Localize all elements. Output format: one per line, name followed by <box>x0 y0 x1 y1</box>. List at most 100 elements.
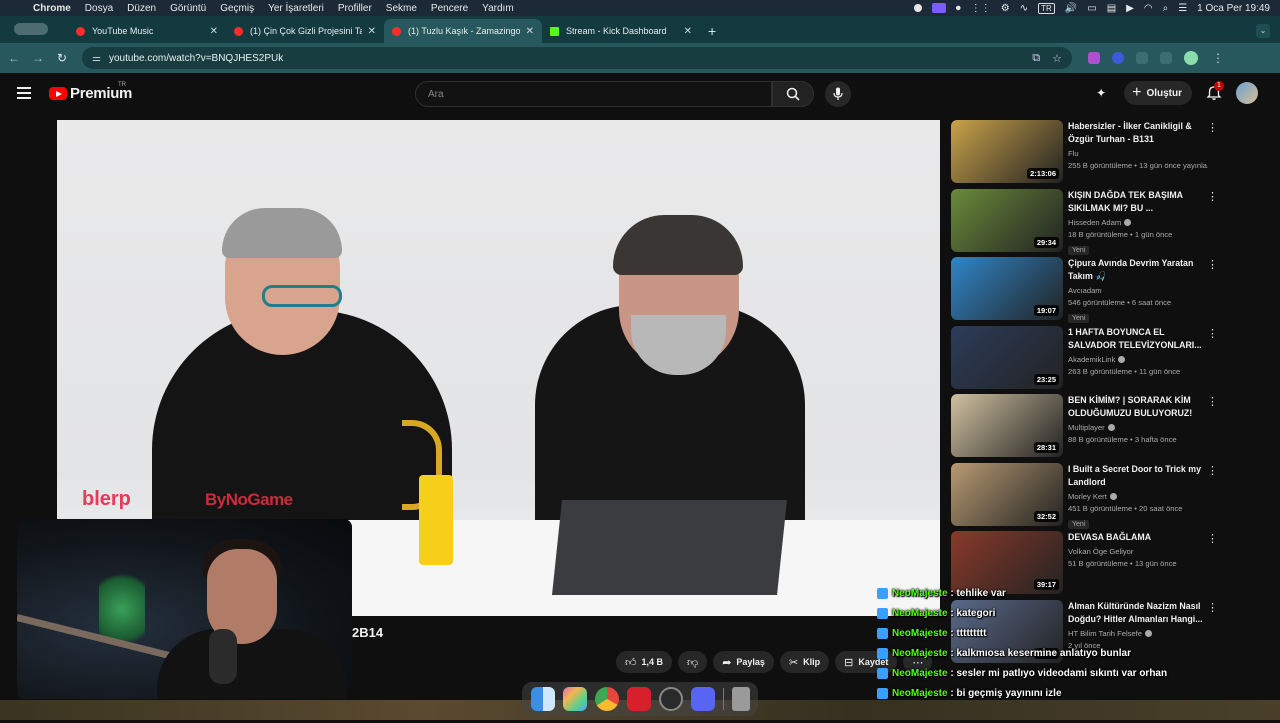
more-vertical-icon[interactable]: ⋮ <box>1207 532 1218 545</box>
video-thumbnail[interactable]: 32:52 <box>951 462 1063 526</box>
close-tab-icon[interactable]: ✕ <box>526 26 534 37</box>
channel-name[interactable]: Morley Kert <box>1068 492 1208 501</box>
channel-name[interactable]: Volkan Öge Geliyor <box>1068 547 1208 556</box>
recommendation-card[interactable]: 29:34 KIŞIN DAĞDA TEK BAŞIMA SIKILMAK MI?… <box>951 188 1226 255</box>
control-center-icon[interactable]: ☰ <box>1178 3 1187 14</box>
voice-search-button[interactable] <box>825 81 851 107</box>
record-status-icon[interactable] <box>913 4 922 12</box>
menu-pencere[interactable]: Pencere <box>424 3 475 14</box>
url-text[interactable]: youtube.com/watch?v=BNQJHES2PUk <box>109 53 283 64</box>
more-vertical-icon[interactable]: ⋮ <box>1207 258 1218 271</box>
more-vertical-icon[interactable]: ⋮ <box>1207 190 1218 203</box>
install-app-icon[interactable]: ⧉ <box>1032 52 1040 65</box>
finder-icon[interactable] <box>530 687 555 711</box>
discord-icon[interactable] <box>690 687 715 711</box>
gear-icon[interactable]: ⚙ <box>1001 3 1010 14</box>
bookmark-star-icon[interactable]: ☆ <box>1052 52 1062 65</box>
menu-app-name[interactable]: Chrome <box>26 3 78 14</box>
hamburger-menu-icon[interactable] <box>17 87 31 99</box>
grid-icon[interactable]: ⋮⋮ <box>971 3 991 14</box>
search-input[interactable]: Ara <box>415 81 772 107</box>
wifi-icon[interactable]: ◠ <box>1144 3 1153 14</box>
trash-icon[interactable] <box>731 687 750 711</box>
share-button[interactable]: ➦ Paylaş <box>713 651 774 673</box>
more-vertical-icon[interactable]: ⋮ <box>1207 121 1218 134</box>
tab-kick-dashboard[interactable]: Stream - Kick Dashboard ✕ <box>542 19 700 43</box>
profile-avatar[interactable] <box>1184 51 1198 65</box>
youtube-studio-icon[interactable]: ✦ <box>1096 86 1110 100</box>
clock-text[interactable]: 1 Oca Per 19:49 <box>1197 3 1270 14</box>
extension-icon[interactable] <box>1112 52 1124 64</box>
clip-button[interactable]: ✂ Klip <box>779 651 830 673</box>
video-thumbnail[interactable]: 28:31 <box>951 394 1063 457</box>
video-thumbnail[interactable]: 19:07 <box>951 257 1063 320</box>
launchpad-icon[interactable] <box>562 687 587 711</box>
omnibox[interactable]: ⚌ youtube.com/watch?v=BNQJHES2PUk ⧉ ☆ <box>82 47 1072 69</box>
recommendation-title[interactable]: 1 HAFTA BOYUNCA EL SALVADOR TELEVİZYONLA… <box>1068 326 1208 352</box>
channel-name[interactable]: Flu <box>1068 149 1208 158</box>
create-button[interactable]: + Oluştur <box>1124 81 1192 105</box>
close-tab-icon[interactable]: ✕ <box>210 26 218 37</box>
waveform-icon[interactable]: ∿ <box>1020 3 1028 14</box>
video-thumbnail[interactable]: 23:25 <box>951 325 1063 389</box>
clipboard-icon[interactable]: ▤ <box>1107 3 1116 14</box>
search-icon[interactable]: ⌕ <box>1163 3 1169 14</box>
menu-dosya[interactable]: Dosya <box>78 3 120 14</box>
recommendation-title[interactable]: I Built a Secret Door to Trick my Landlo… <box>1068 463 1208 489</box>
recommendation-card[interactable]: 32:52 I Built a Secret Door to Trick my L… <box>951 462 1226 529</box>
tab-cin-projesi[interactable]: (1) Çin Çok Gizli Projesini Tam ✕ <box>226 19 384 43</box>
more-vertical-icon[interactable]: ⋮ <box>1207 395 1218 408</box>
tab-youtube-music[interactable]: YouTube Music ✕ <box>68 19 226 43</box>
recommendation-title[interactable]: DEVASA BAĞLAMA <box>1068 531 1208 544</box>
recommendation-title[interactable]: Habersizler - İlker Canikligil & Özgür T… <box>1068 120 1208 146</box>
recommendation-title[interactable]: KIŞIN DAĞDA TEK BAŞIMA SIKILMAK MI? BU .… <box>1068 189 1208 215</box>
close-tab-icon[interactable]: ✕ <box>684 26 692 37</box>
tab-search-chevron-icon[interactable]: ⌄ <box>1256 24 1270 38</box>
chrome-icon[interactable] <box>594 687 619 711</box>
recommendation-card[interactable]: 23:25 1 HAFTA BOYUNCA EL SALVADOR TELEVİZ… <box>951 325 1226 390</box>
stop-icon[interactable]: ⏺ <box>956 3 961 14</box>
notifications-button[interactable]: 1 <box>1206 81 1224 101</box>
reload-icon[interactable]: ↻ <box>52 51 72 65</box>
more-vertical-icon[interactable]: ⋮ <box>1207 464 1218 477</box>
puzzle-icon[interactable] <box>1136 52 1148 64</box>
close-tab-icon[interactable]: ✕ <box>368 26 376 37</box>
menu-gecmis[interactable]: Geçmiş <box>213 3 261 14</box>
menu-yer-isaretleri[interactable]: Yer İşaretleri <box>261 3 331 14</box>
screen-capture-icon[interactable] <box>931 3 946 13</box>
new-tab-button[interactable]: + <box>708 23 716 39</box>
channel-name[interactable]: AkademikLink <box>1068 355 1208 364</box>
red-app-icon[interactable] <box>626 687 651 711</box>
recommendation-card[interactable]: 28:31 BEN KİMİM? | SORARAK KİM OLDUĞUMUZU… <box>951 394 1226 458</box>
chrome-menu-icon[interactable]: ⋮ <box>1212 51 1224 65</box>
more-vertical-icon[interactable]: ⋮ <box>1207 601 1218 614</box>
play-icon[interactable]: ▶ <box>1126 3 1134 14</box>
window-controls[interactable] <box>14 23 48 35</box>
forward-arrow-icon[interactable]: → <box>28 51 48 65</box>
extension-icon[interactable] <box>1088 52 1100 64</box>
more-vertical-icon[interactable]: ⋮ <box>1207 327 1218 340</box>
menu-yardim[interactable]: Yardım <box>475 3 521 14</box>
volume-icon[interactable]: 🔊 <box>1065 3 1077 14</box>
like-button[interactable]: 👍︎ 1,4 B <box>616 651 673 673</box>
channel-name[interactable]: Avcıadam <box>1068 286 1208 295</box>
recommendation-title[interactable]: BEN KİMİM? | SORARAK KİM OLDUĞUMUZU BULU… <box>1068 394 1208 420</box>
menu-duzen[interactable]: Düzen <box>120 3 163 14</box>
channel-name[interactable]: Multiplayer <box>1068 423 1208 432</box>
menu-sekme[interactable]: Sekme <box>379 3 424 14</box>
menu-profiller[interactable]: Profiller <box>331 3 379 14</box>
recommendation-card[interactable]: 2:13:06 Habersizler - İlker Canikligil & … <box>951 120 1226 184</box>
tab-tuzlu-kasik[interactable]: (1) Tuzlu Kaşık - Zamazingo T ✕ <box>384 19 542 43</box>
display-icon[interactable]: ▭ <box>1087 3 1096 14</box>
video-thumbnail[interactable]: 29:34 <box>951 188 1063 252</box>
recommendation-card[interactable]: 19:07 Çipura Avında Devrim Yaratan Takım … <box>951 257 1226 323</box>
account-avatar[interactable] <box>1236 82 1258 104</box>
input-source-indicator[interactable]: TR <box>1038 2 1055 14</box>
recommendation-title[interactable]: Çipura Avında Devrim Yaratan Takım 🎣 <box>1068 257 1208 283</box>
obs-icon[interactable] <box>658 687 683 711</box>
site-info-icon[interactable]: ⚌ <box>92 53 101 64</box>
media-control-icon[interactable] <box>1160 52 1172 64</box>
search-button[interactable] <box>772 81 814 107</box>
back-arrow-icon[interactable]: ← <box>4 51 24 65</box>
channel-name[interactable]: Hisseden Adam <box>1068 218 1208 227</box>
